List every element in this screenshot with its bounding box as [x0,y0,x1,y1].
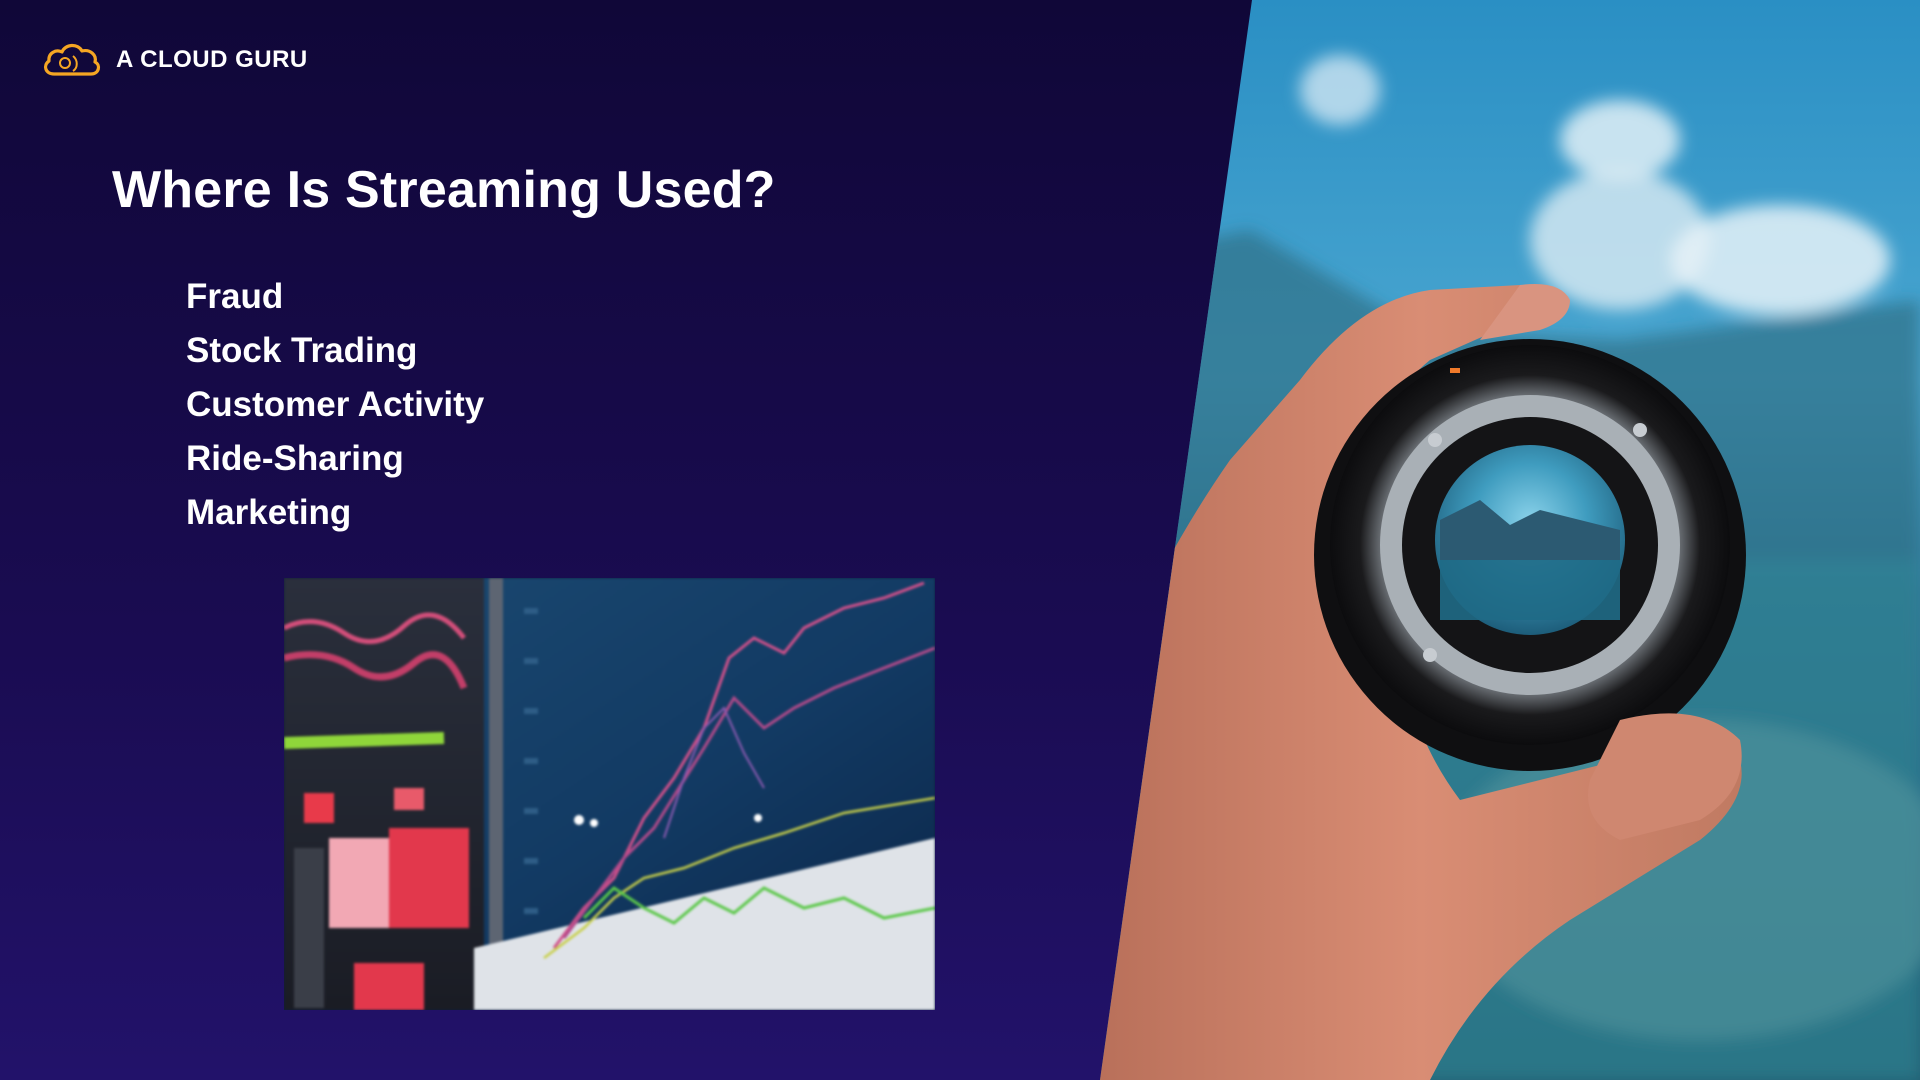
slide: A CLOUD GURU Where Is Streaming Used? Fr… [0,0,1920,1080]
stock-trading-chart-photo [284,578,935,1010]
slide-title: Where Is Streaming Used? [112,161,776,219]
brand: A CLOUD GURU [40,38,308,82]
hand-holding-camera-lens-photo [1100,0,1920,1080]
list-item: Fraud [186,277,284,316]
list-item: Marketing [186,493,352,532]
list-item: Ride-Sharing [186,439,404,478]
brand-name: A CLOUD GURU [116,46,308,73]
use-case-list: Fraud Stock Trading Customer Activity Ri… [186,270,484,540]
cloud-logo-icon [43,43,101,76]
list-item: Customer Activity [186,385,485,424]
list-item: Stock Trading [186,331,418,370]
